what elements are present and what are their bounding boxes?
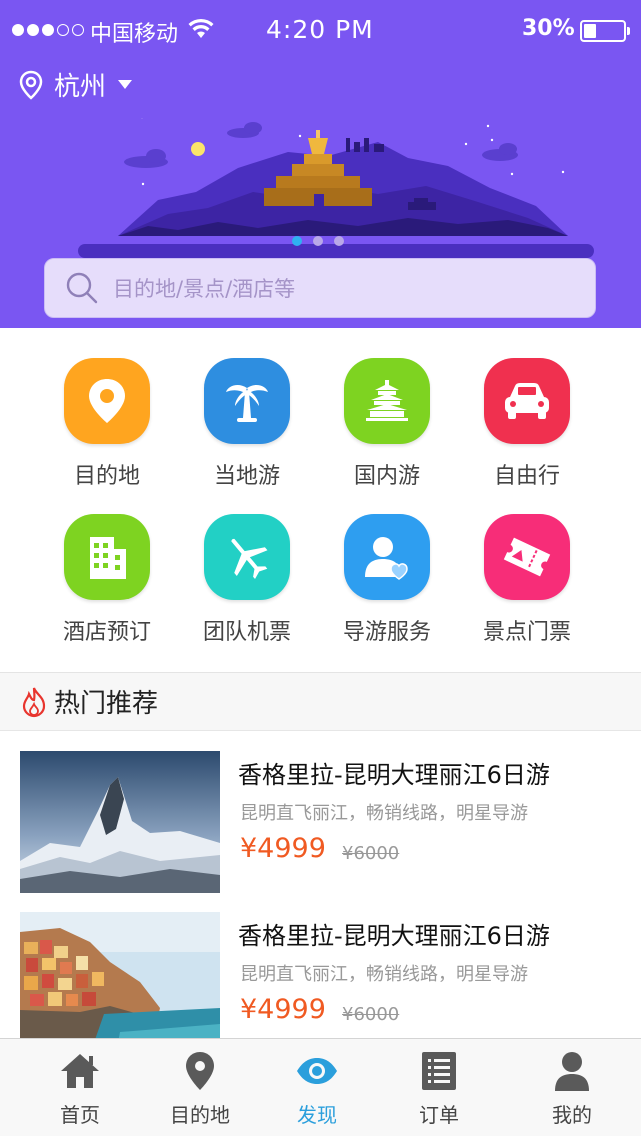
- section-title: 热门推荐: [54, 689, 159, 719]
- signal-strength-icon: [12, 24, 84, 36]
- city-selector[interactable]: 杭州: [18, 66, 133, 103]
- tab-bar: 首页 目的地 发现 订单 我的: [0, 1038, 641, 1136]
- fire-icon: [22, 687, 46, 717]
- home-icon: [58, 1049, 102, 1093]
- category-local-tour[interactable]: 当地游: [177, 358, 317, 490]
- airplane-icon: [204, 514, 290, 600]
- page-dot[interactable]: [313, 236, 323, 246]
- chevron-down-icon: [118, 80, 133, 89]
- product-item[interactable]: 香格里拉-昆明大理丽江6日游 昆明直飞丽江，畅销线路，明星导游 ¥4999 ¥6…: [0, 894, 641, 1054]
- tab-label: 我的: [552, 1103, 592, 1127]
- location-pin-icon: [19, 70, 43, 100]
- tab-label: 目的地: [170, 1103, 230, 1127]
- category-label: 国内游: [353, 464, 420, 489]
- list-icon: [417, 1049, 461, 1093]
- category-label: 团队机票: [202, 620, 291, 645]
- banner-pagination[interactable]: [292, 236, 344, 246]
- category-domestic-tour[interactable]: 国内游: [317, 358, 457, 490]
- battery-icon: [580, 20, 630, 42]
- tab-label: 订单: [419, 1103, 459, 1127]
- tab-profile[interactable]: 我的: [508, 1039, 636, 1136]
- tab-home[interactable]: 首页: [16, 1039, 144, 1136]
- product-price: ¥4999: [240, 833, 326, 864]
- product-original-price: ¥6000: [342, 843, 400, 864]
- category-label: 景点门票: [482, 620, 571, 645]
- category-label: 自由行: [493, 464, 560, 489]
- city-name: 杭州: [54, 72, 107, 102]
- status-bar: 中国移动 4:20 PM 30%: [0, 0, 641, 62]
- clock: 4:20 PM: [266, 15, 374, 44]
- tab-orders[interactable]: 订单: [375, 1039, 503, 1136]
- search-input[interactable]: 目的地/景点/酒店等: [44, 258, 596, 318]
- battery-percent: 30%: [522, 16, 575, 41]
- header: 中国移动 4:20 PM 30% 杭州 目的地/景点/酒店等: [0, 0, 641, 328]
- product-title: 香格里拉-昆明大理丽江6日游: [238, 922, 550, 950]
- tab-destination[interactable]: 目的地: [136, 1039, 264, 1136]
- carrier-name: 中国移动: [90, 22, 179, 47]
- page-dot[interactable]: [334, 236, 344, 246]
- guide-person-icon: [344, 514, 430, 600]
- product-price: ¥4999: [240, 994, 326, 1025]
- category-label: 当地游: [213, 464, 280, 489]
- wifi-icon: [188, 18, 214, 38]
- location-pin-icon: [64, 358, 150, 444]
- category-hotel[interactable]: 酒店预订: [37, 514, 177, 646]
- product-original-price: ¥6000: [342, 1004, 400, 1025]
- product-title: 香格里拉-昆明大理丽江6日游: [238, 761, 550, 789]
- category-attraction-tickets[interactable]: 景点门票: [457, 514, 597, 646]
- tab-discover[interactable]: 发现: [253, 1039, 381, 1136]
- category-grid: 目的地 当地游 国内游 自由行 酒店预订 团队机票 导游服务 景点门票: [0, 340, 641, 670]
- eye-icon: [295, 1049, 339, 1093]
- search-placeholder: 目的地/景点/酒店等: [113, 277, 296, 301]
- category-guide-service[interactable]: 导游服务: [317, 514, 457, 646]
- product-subtitle: 昆明直飞丽江，畅销线路，明星导游: [240, 803, 528, 824]
- palm-tree-icon: [204, 358, 290, 444]
- location-pin-icon: [178, 1049, 222, 1093]
- section-header: 热门推荐: [0, 673, 641, 731]
- product-image: [20, 912, 220, 1054]
- app-screen: 中国移动 4:20 PM 30% 杭州 目的地/景点/酒店等 目的地 当地游 国…: [0, 0, 641, 1136]
- user-icon: [550, 1049, 594, 1093]
- temple-icon: [344, 358, 430, 444]
- product-subtitle: 昆明直飞丽江，畅销线路，明星导游: [240, 964, 528, 985]
- tab-label: 首页: [60, 1103, 100, 1127]
- category-label: 酒店预订: [62, 620, 151, 645]
- car-icon: [484, 358, 570, 444]
- category-group-flights[interactable]: 团队机票: [177, 514, 317, 646]
- ticket-icon: [484, 514, 570, 600]
- product-item[interactable]: 香格里拉-昆明大理丽江6日游 昆明直飞丽江，畅销线路，明星导游 ¥4999 ¥6…: [0, 733, 641, 893]
- category-label: 导游服务: [342, 620, 431, 645]
- search-icon: [66, 272, 98, 304]
- product-image: [20, 751, 220, 893]
- category-destination[interactable]: 目的地: [37, 358, 177, 490]
- page-dot-active[interactable]: [292, 236, 302, 246]
- category-self-guided[interactable]: 自由行: [457, 358, 597, 490]
- hotel-building-icon: [64, 514, 150, 600]
- tab-label: 发现: [297, 1103, 337, 1127]
- category-label: 目的地: [73, 464, 140, 489]
